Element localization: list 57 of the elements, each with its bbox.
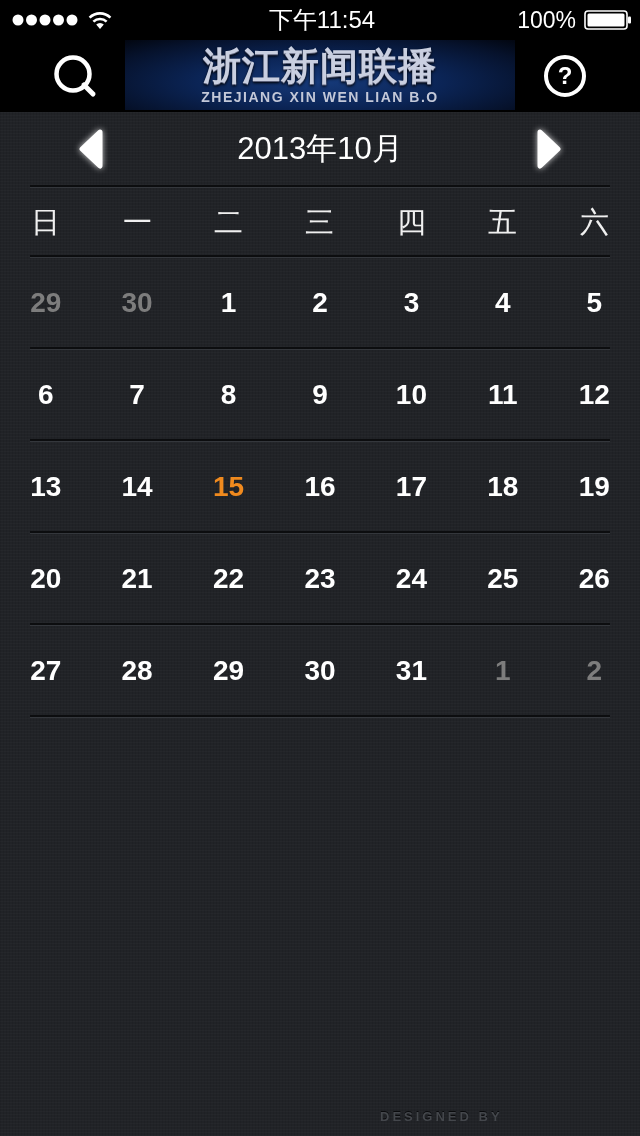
weekday-label: 一 <box>122 204 152 239</box>
calendar-day[interactable]: 13 <box>30 469 62 504</box>
calendar-day[interactable]: 6 <box>37 377 54 412</box>
calendar-day[interactable]: 17 <box>395 469 427 504</box>
calendar-day[interactable]: 23 <box>304 561 336 596</box>
calendar-day[interactable]: 30 <box>304 653 336 688</box>
next-month-button[interactable] <box>536 128 562 169</box>
previous-month-button[interactable] <box>78 128 104 169</box>
month-title: 2013年10月 <box>237 129 403 168</box>
weekday-label: 六 <box>579 204 609 239</box>
calendar-day[interactable]: 9 <box>312 377 328 412</box>
calendar-day[interactable]: 4 <box>495 285 511 320</box>
weekday-label: 五 <box>488 204 518 239</box>
calendar-day[interactable]: 22 <box>213 561 245 596</box>
calendar-day[interactable]: 24 <box>395 561 427 596</box>
calendar-day[interactable]: 20 <box>30 561 62 596</box>
logo-subtitle: ZHEJIANG XIN WEN LIAN B.O <box>201 89 439 105</box>
calendar-day[interactable]: 26 <box>578 561 610 596</box>
search-button[interactable] <box>52 53 98 99</box>
calendar-day[interactable]: 19 <box>578 469 610 504</box>
weekday-label: 日 <box>31 204 61 239</box>
logo-title: 浙江新闻联播 <box>203 45 437 87</box>
calendar-day[interactable]: 2 <box>312 285 328 320</box>
calendar-day[interactable]: 29 <box>213 653 245 688</box>
calendar-day[interactable]: 11 <box>488 377 518 412</box>
calendar-day[interactable]: 14 <box>121 469 153 504</box>
search-icon <box>53 54 97 98</box>
right-triangle-icon <box>536 128 562 169</box>
calendar-day[interactable]: 28 <box>121 653 153 688</box>
wifi-icon <box>88 11 112 29</box>
battery-icon <box>584 10 632 30</box>
signal-strength-icon <box>12 14 78 26</box>
weekday-label: 三 <box>305 204 335 239</box>
status-time: 下午11:54 <box>268 5 376 35</box>
calendar-day[interactable]: 12 <box>578 377 610 412</box>
calendar-day[interactable]: 3 <box>403 285 420 320</box>
calendar-day[interactable]: 30 <box>121 285 153 320</box>
calendar-day[interactable]: 2 <box>586 653 603 688</box>
calendar-day[interactable]: 16 <box>304 469 336 504</box>
calendar-day[interactable]: 18 <box>487 469 519 504</box>
calendar-day[interactable]: 1 <box>495 653 511 688</box>
weekday-label: 四 <box>396 204 426 239</box>
left-triangle-icon <box>78 128 104 169</box>
calendar-day[interactable]: 25 <box>487 561 519 596</box>
calendar-day[interactable]: 1 <box>220 285 237 320</box>
calendar-day[interactable]: 31 <box>395 653 427 688</box>
calendar-day[interactable]: 10 <box>395 377 427 412</box>
calendar-day[interactable]: 21 <box>121 561 153 596</box>
calendar-day[interactable]: 8 <box>220 377 237 412</box>
weekday-label: 二 <box>214 204 244 239</box>
calendar-day[interactable]: 7 <box>129 377 145 412</box>
calendar-day[interactable]: 29 <box>30 285 62 320</box>
help-button[interactable]: ? <box>544 55 586 97</box>
battery-percent: 100% <box>517 6 576 35</box>
calendar-day[interactable]: 15 <box>213 469 245 504</box>
calendar-day[interactable]: 5 <box>586 285 603 320</box>
calendar-day[interactable]: 27 <box>30 653 62 688</box>
